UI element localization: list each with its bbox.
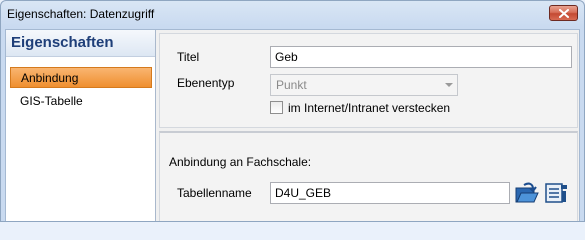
hide-checkbox-label[interactable]: im Internet/Intranet verstecken — [288, 101, 450, 115]
table-info-button[interactable] — [545, 181, 569, 205]
open-folder-button[interactable] — [515, 181, 539, 205]
properties-dialog: Eigenschaften: Datenzugriff Eigenschafte… — [0, 0, 585, 222]
hide-checkbox[interactable] — [270, 101, 283, 114]
general-settings-panel: Titel Geb Ebenentyp Punkt im Internet/In… — [159, 33, 578, 128]
properties-nav: Eigenschaften Anbindung GIS-Tabelle — [6, 30, 156, 221]
nav-item-anbindung[interactable]: Anbindung — [10, 67, 152, 88]
window-title: Eigenschaften: Datenzugriff — [7, 7, 155, 21]
title-bar[interactable]: Eigenschaften: Datenzugriff — [1, 1, 584, 27]
table-info-icon — [545, 183, 567, 203]
layer-type-select[interactable]: Punkt — [270, 74, 458, 96]
chevron-down-icon — [445, 83, 453, 87]
title-input[interactable]: Geb — [270, 46, 572, 68]
nav-header: Eigenschaften — [6, 30, 155, 57]
open-folder-icon — [515, 182, 539, 203]
close-icon — [558, 8, 569, 18]
title-label: Titel — [177, 50, 200, 64]
layer-type-value: Punkt — [276, 78, 307, 92]
connection-section-label: Anbindung an Fachschale: — [169, 155, 312, 169]
dialog-body: Eigenschaften Anbindung GIS-Tabelle Tite… — [5, 29, 580, 221]
table-name-label: Tabellenname — [177, 186, 252, 200]
nav-item-gis-tabelle[interactable]: GIS-Tabelle — [10, 91, 152, 112]
layer-type-label: Ebenentyp — [177, 76, 235, 90]
close-button[interactable] — [549, 5, 578, 21]
table-name-input[interactable]: D4U_GEB — [270, 182, 510, 204]
connection-panel: Anbindung an Fachschale: Tabellenname D4… — [159, 131, 578, 221]
